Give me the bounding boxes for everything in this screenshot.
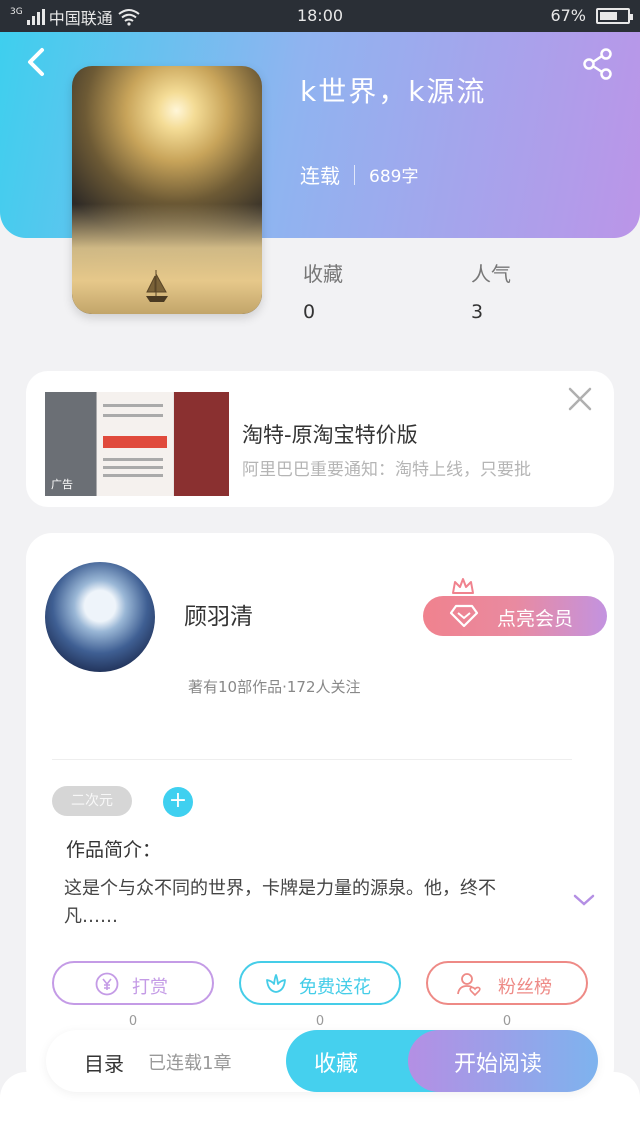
reward-count: 0 bbox=[128, 1014, 138, 1029]
ad-description: 阿里巴巴重要通知：淘特上线，只要批 bbox=[242, 460, 531, 480]
stat-label: 收藏 bbox=[303, 262, 343, 286]
book-cover[interactable] bbox=[72, 66, 262, 314]
avatar[interactable] bbox=[45, 562, 155, 672]
battery-percent: 67% bbox=[550, 6, 586, 25]
send-flower-button[interactable]: 免费送花 bbox=[239, 961, 401, 1005]
status-right: 67% bbox=[550, 6, 633, 25]
cover-ship-illustration bbox=[146, 270, 168, 302]
fan-ranking-label: 粉丝榜 bbox=[498, 977, 552, 998]
ad-thumbnail: 广告 bbox=[45, 392, 229, 496]
stat-favorites: 收藏 0 bbox=[303, 258, 343, 323]
stat-popularity: 人气 3 bbox=[471, 258, 511, 323]
word-count: 689字 bbox=[369, 167, 419, 187]
ad-card[interactable]: 广告 淘特-原淘宝特价版 阿里巴巴重要通知：淘特上线，只要批 bbox=[26, 371, 614, 507]
start-reading-button[interactable]: 开始阅读 bbox=[408, 1030, 598, 1092]
stat-label: 人气 bbox=[471, 262, 511, 286]
intro-text: 这是个与众不同的世界，卡牌是力量的源泉。他，终不凡…… bbox=[64, 878, 496, 927]
ad-tag: 广告 bbox=[51, 478, 73, 491]
meta-divider bbox=[354, 164, 355, 185]
toc-button[interactable]: 目录 bbox=[84, 1048, 124, 1077]
toc-status[interactable]: 已连载1章 bbox=[148, 1049, 231, 1075]
share-icon[interactable] bbox=[580, 46, 616, 82]
reward-button[interactable]: 打赏 bbox=[52, 961, 214, 1005]
divider bbox=[52, 759, 572, 760]
flower-count: 0 bbox=[315, 1014, 325, 1029]
user-heart-icon bbox=[457, 973, 481, 997]
fan-count: 0 bbox=[502, 1014, 512, 1029]
author-card: 顾羽清 点亮会员 著有10部作品·172人关注 二次元 + 作品简介： 这是个与… bbox=[26, 533, 614, 1093]
diamond-icon bbox=[449, 604, 479, 628]
book-title: k世界，k源流 bbox=[300, 75, 487, 108]
serial-status: 连载 bbox=[300, 164, 340, 188]
bottom-action-bar: 目录 已连载1章 收藏 开始阅读 bbox=[46, 1030, 598, 1092]
intro-title: 作品简介： bbox=[66, 839, 162, 861]
favorite-label: 收藏 bbox=[314, 1052, 359, 1077]
stat-value: 3 bbox=[471, 301, 484, 323]
battery-icon bbox=[596, 7, 633, 24]
reward-label: 打赏 bbox=[132, 977, 168, 998]
chevron-down-icon[interactable] bbox=[572, 891, 596, 909]
genre-tag[interactable]: 二次元 bbox=[52, 786, 132, 816]
add-tag-button[interactable]: + bbox=[163, 787, 193, 817]
author-name: 顾羽清 bbox=[184, 604, 253, 630]
stat-value: 0 bbox=[303, 301, 316, 323]
vip-label: 点亮会员 bbox=[497, 608, 574, 630]
back-icon[interactable] bbox=[18, 44, 54, 80]
crown-icon bbox=[452, 578, 474, 594]
clock: 18:00 bbox=[296, 6, 344, 25]
close-icon[interactable] bbox=[566, 385, 594, 413]
start-reading-label: 开始阅读 bbox=[454, 1052, 543, 1077]
book-meta: 连载 689字 bbox=[300, 160, 418, 189]
status-bar: 3G 中国联通 18:00 67% bbox=[0, 0, 640, 32]
author-info: 著有10部作品·172人关注 bbox=[188, 678, 361, 696]
flower-icon bbox=[266, 974, 286, 993]
fan-ranking-button[interactable]: 粉丝榜 bbox=[426, 961, 588, 1005]
ad-title: 淘特-原淘宝特价版 bbox=[242, 423, 418, 447]
yen-coin-icon bbox=[95, 972, 119, 996]
vip-button[interactable]: 点亮会员 bbox=[423, 596, 607, 636]
send-flower-label: 免费送花 bbox=[299, 977, 371, 998]
